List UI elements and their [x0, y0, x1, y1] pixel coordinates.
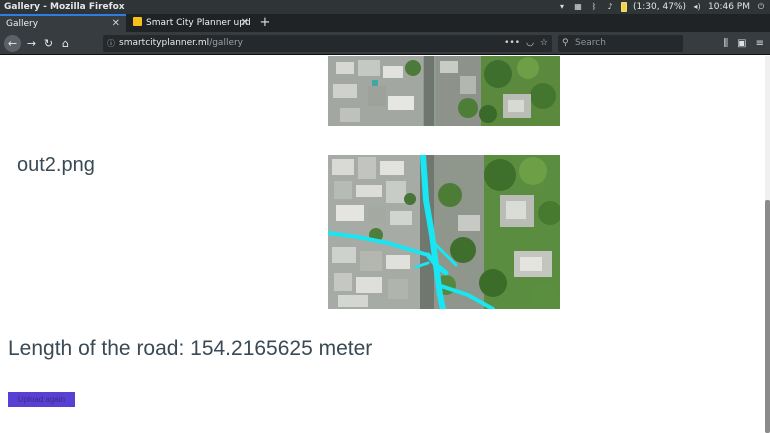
segmented-road-image: [328, 155, 560, 309]
info-icon[interactable]: ⓘ: [107, 35, 115, 52]
url-bar[interactable]: ⓘ smartcityplanner.ml/gallery ••• ◡ ☆: [103, 35, 552, 52]
tab-gallery[interactable]: Gallery ✕: [0, 14, 126, 32]
page-scrollbar-thumb[interactable]: [765, 200, 770, 433]
tab-smart-city-planner[interactable]: Smart City Planner upd ✕: [127, 14, 255, 32]
pocket-icon[interactable]: ◡: [526, 35, 534, 52]
menu-icon[interactable]: ≡: [756, 36, 764, 51]
tab-label: Smart City Planner upd: [146, 18, 251, 28]
url-actions: ••• ◡ ☆: [504, 35, 548, 52]
reload-icon[interactable]: ↻: [41, 36, 56, 51]
bell-icon[interactable]: ♪: [605, 2, 615, 12]
battery-status: (1:30, 47%): [633, 2, 686, 12]
search-icon: ⚲: [562, 38, 569, 48]
search-bar[interactable]: ⚲ Search: [558, 35, 683, 52]
forward-icon[interactable]: →: [24, 36, 39, 51]
os-top-bar: Gallery - Mozilla Firefox ▾ ▦ ᛒ ♪ (1:30,…: [0, 0, 770, 14]
road-length-result: Length of the road: 154.2165625 meter: [8, 337, 373, 360]
bluetooth-icon[interactable]: ᛒ: [589, 2, 599, 12]
tab-label: Gallery: [6, 19, 39, 29]
close-tab-icon[interactable]: ✕: [112, 16, 120, 32]
url-text[interactable]: smartcityplanner.ml/gallery: [119, 35, 243, 52]
close-tab-icon[interactable]: ✕: [241, 14, 249, 32]
new-tab-button[interactable]: +: [258, 14, 272, 32]
tab-strip: Gallery ✕ Smart City Planner upd ✕ +: [0, 14, 770, 32]
library-icon[interactable]: ⫼: [724, 36, 729, 51]
wifi-icon[interactable]: ▾: [557, 2, 567, 12]
back-icon[interactable]: ←: [4, 35, 21, 52]
more-icon[interactable]: •••: [504, 35, 520, 52]
site-favicon-icon: [133, 17, 142, 26]
toolbar-right: ⫼ ▣ ≡: [724, 36, 764, 51]
home-icon[interactable]: ⌂: [58, 36, 73, 51]
image-filename-label: out2.png: [17, 154, 95, 176]
volume-icon[interactable]: ◂): [692, 2, 702, 12]
system-tray: ▾ ▦ ᛒ ♪ (1:30, 47%) ◂) 10:46 PM ⏻: [557, 0, 766, 14]
aerial-image-top: [328, 56, 560, 126]
page-content: out2.png Length of the road: 154.2165625…: [0, 56, 770, 433]
upload-again-button[interactable]: Upload again: [8, 392, 75, 407]
navigation-toolbar: ← → ↻ ⌂ ⓘ smartcityplanner.ml/gallery ••…: [0, 32, 770, 55]
window-title: Gallery - Mozilla Firefox: [4, 2, 125, 12]
battery-icon[interactable]: [621, 2, 628, 12]
search-placeholder: Search: [575, 38, 606, 48]
bookmark-star-icon[interactable]: ☆: [540, 35, 548, 52]
keyboard-icon[interactable]: ▦: [573, 2, 583, 12]
firefox-window: Gallery - Mozilla Firefox ▾ ▦ ᛒ ♪ (1:30,…: [0, 0, 770, 433]
sidebar-icon[interactable]: ▣: [737, 36, 746, 51]
power-icon[interactable]: ⏻: [756, 2, 766, 12]
clock[interactable]: 10:46 PM: [708, 0, 750, 14]
